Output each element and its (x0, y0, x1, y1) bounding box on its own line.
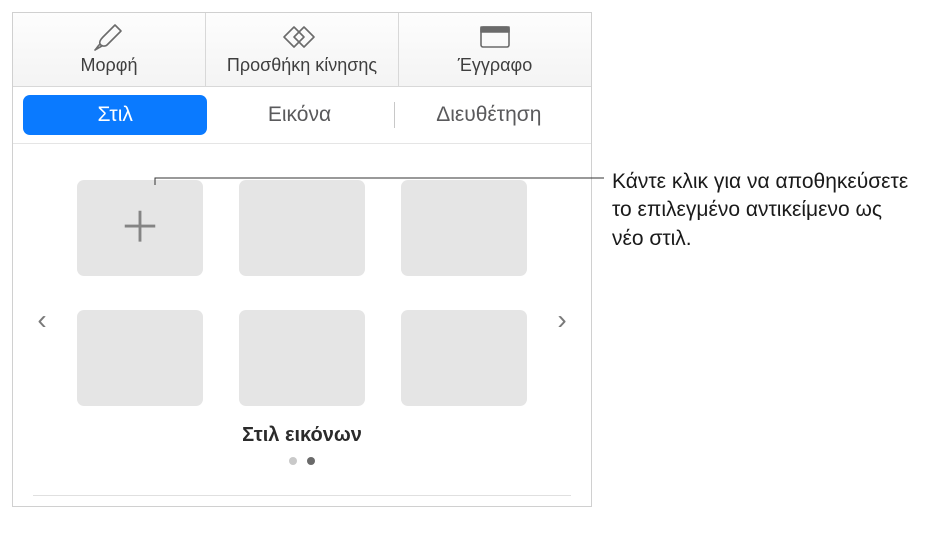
tab-image[interactable]: Εικόνα (207, 95, 391, 135)
document-label: Έγγραφο (458, 55, 532, 76)
add-style-button[interactable]: ＋ (77, 180, 203, 276)
document-button[interactable]: Έγγραφο (399, 13, 591, 86)
page-dot[interactable] (289, 457, 297, 465)
format-button[interactable]: Μορφή (13, 13, 205, 86)
section-title: Στιλ εικόνων (77, 424, 527, 447)
chevron-left-icon[interactable]: ‹ (27, 304, 57, 336)
paintbrush-icon (92, 21, 126, 53)
inspector-tabs: Στιλ Εικόνα Διευθέτηση (13, 87, 591, 144)
tab-divider (394, 102, 395, 128)
style-thumbnail[interactable] (401, 310, 527, 406)
style-thumbnails-grid: ＋ (77, 180, 527, 406)
animate-label: Προσθήκη κίνησης (227, 55, 377, 76)
main-toolbar: Μορφή Προσθήκη κίνησης Έγγραφο (13, 13, 591, 87)
tab-arrange[interactable]: Διευθέτηση (397, 95, 581, 135)
styles-section: ‹ › ＋ Στιλ εικόνων (13, 144, 591, 495)
chevron-right-icon[interactable]: › (547, 304, 577, 336)
animate-button[interactable]: Προσθήκη κίνησης (206, 13, 398, 86)
format-label: Μορφή (81, 55, 138, 76)
page-dot-active[interactable] (307, 457, 315, 465)
style-thumbnail[interactable] (401, 180, 527, 276)
inspector-panel: Μορφή Προσθήκη κίνησης Έγγραφο (12, 12, 592, 507)
page-indicator (77, 457, 527, 465)
callout-text: Κάντε κλικ για να αποθηκεύσετε το επιλεγ… (612, 168, 912, 253)
tab-style[interactable]: Στιλ (23, 95, 207, 135)
divider (33, 495, 571, 496)
animate-icon (282, 21, 322, 53)
plus-icon: ＋ (119, 207, 161, 249)
style-thumbnail[interactable] (239, 310, 365, 406)
style-thumbnail[interactable] (239, 180, 365, 276)
style-thumbnail[interactable] (77, 310, 203, 406)
document-icon (478, 21, 512, 53)
